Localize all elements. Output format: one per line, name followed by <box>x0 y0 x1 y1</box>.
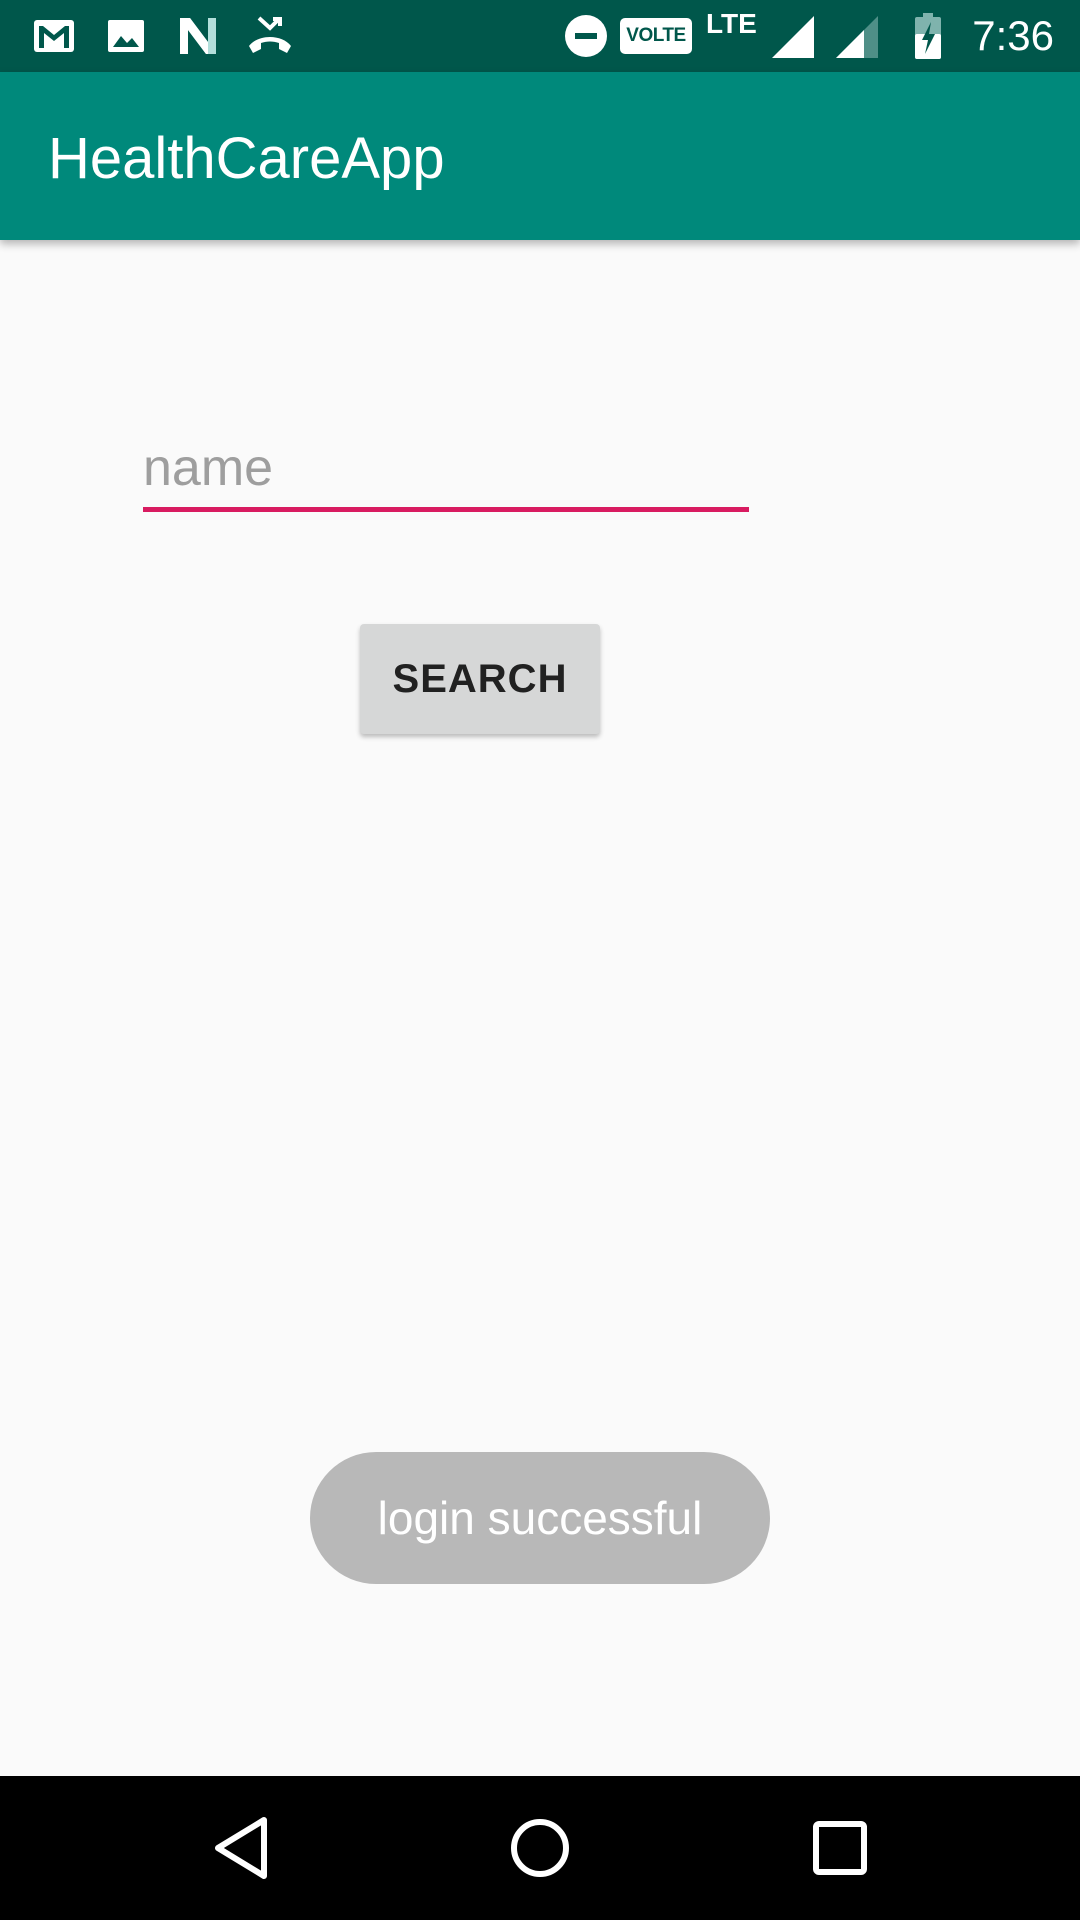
clock: 7:36 <box>972 12 1054 59</box>
do-not-disturb-icon <box>565 15 607 57</box>
gallery-icon <box>108 20 144 52</box>
battery-charging-icon <box>915 13 941 59</box>
name-input[interactable] <box>143 428 749 512</box>
recents-icon[interactable] <box>804 1812 876 1884</box>
status-bar: VOLTE LTE 7:36 <box>0 0 1080 72</box>
search-button[interactable]: SEARCH <box>360 624 600 734</box>
back-icon[interactable] <box>204 1812 276 1884</box>
toast-message: login successful <box>310 1452 770 1584</box>
missed-call-icon <box>249 16 291 53</box>
gmail-icon <box>34 20 74 52</box>
signal-icon <box>836 16 878 58</box>
volte-label: VOLTE <box>626 25 686 46</box>
app-title: HealthCareApp <box>48 126 445 191</box>
screen: VOLTE LTE 7:36 HealthCareApp SEARCH logi… <box>0 0 1080 1920</box>
navigation-bar <box>0 1776 1080 1920</box>
n-icon <box>180 18 216 54</box>
signal-icon <box>772 16 814 58</box>
home-icon[interactable] <box>504 1812 576 1884</box>
network-type-label: LTE <box>706 8 757 39</box>
volte-icon: VOLTE <box>620 18 692 54</box>
app-bar: HealthCareApp <box>0 72 1080 240</box>
